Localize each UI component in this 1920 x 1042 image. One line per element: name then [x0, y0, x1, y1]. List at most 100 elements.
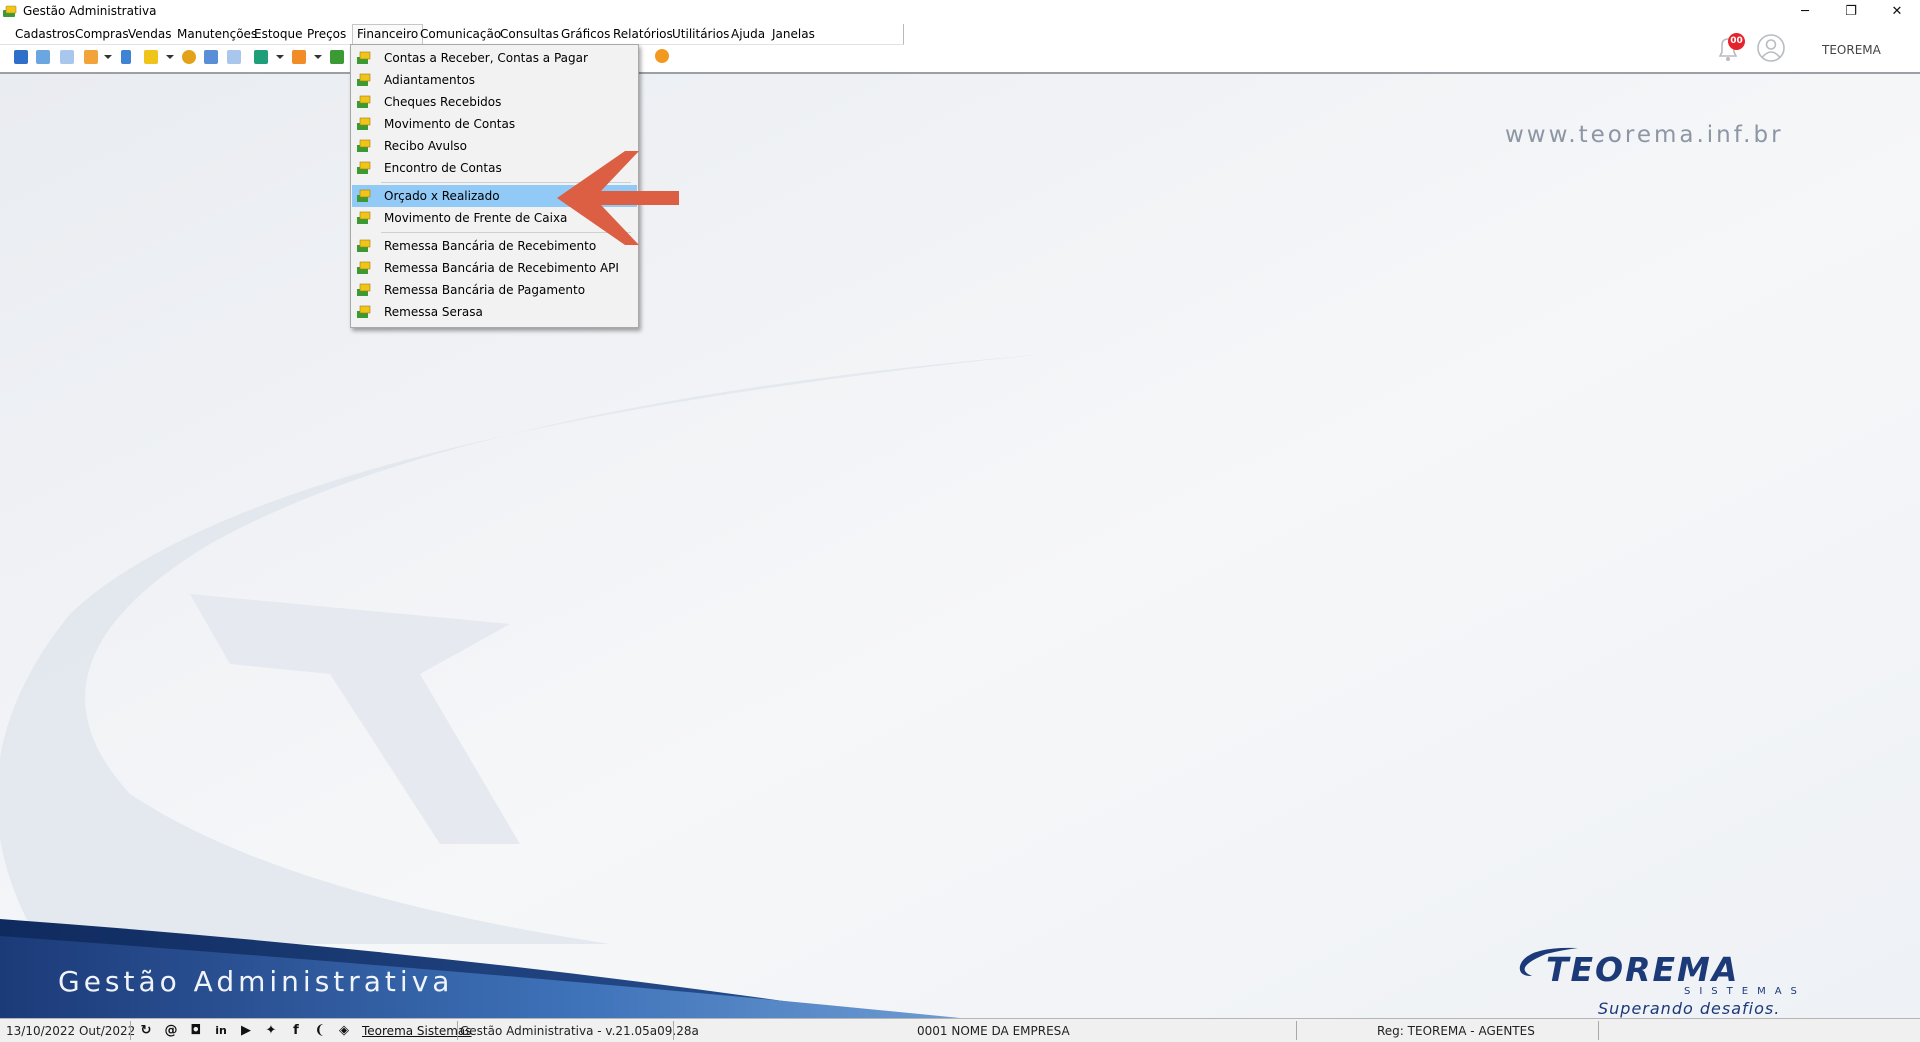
app-icon	[3, 5, 17, 17]
hierarchy-icon[interactable]	[84, 50, 98, 64]
menu-ajuda[interactable]: Ajuda	[731, 27, 765, 41]
window-title: Gestão Administrativa	[23, 4, 157, 18]
toolbar	[0, 46, 1920, 74]
menu-item-label: Remessa Bancária de Recebimento API	[384, 261, 619, 275]
status-reg: Reg: TEOREMA - AGENTES	[1377, 1024, 1535, 1038]
folder-icon[interactable]	[144, 50, 158, 64]
menu-item-label: Recibo Avulso	[384, 139, 468, 153]
money-icon	[357, 73, 371, 86]
status-divider	[457, 1021, 458, 1040]
menu-item-label: Movimento de Contas	[384, 117, 516, 131]
company-link[interactable]: Teorema Sistemas	[362, 1024, 472, 1038]
menu-financeiro[interactable]: Financeiro	[352, 24, 424, 44]
menu-item-adiantamentos[interactable]: Adiantamentos	[352, 69, 637, 91]
list-icon[interactable]	[60, 50, 74, 64]
status-divider	[1598, 1021, 1599, 1040]
minimize-button[interactable]: ─	[1782, 0, 1828, 22]
teorema-swoosh-icon[interactable]: ❨	[313, 1024, 327, 1038]
desktop-area: www.teorema.inf.br Gestão Administrativa…	[0, 74, 1920, 1018]
menu-comunicacao[interactable]: Comunicação	[420, 27, 501, 41]
menu-vendas[interactable]: Vendas	[128, 27, 172, 41]
teorema-logo: TEOREMA SISTEMAS Superando desafios.	[1516, 942, 1866, 1018]
annotation-arrow-icon	[557, 151, 679, 245]
cart-icon[interactable]	[254, 50, 268, 64]
menu-bar: Cadastros Compras Vendas Manutenções Est…	[0, 24, 904, 45]
linkedin-icon[interactable]: in	[214, 1024, 228, 1038]
card-icon[interactable]	[227, 50, 241, 64]
money-icon[interactable]	[330, 50, 344, 64]
money-icon	[357, 239, 371, 252]
chevron-down-icon[interactable]	[104, 55, 112, 59]
menu-item-contas-receber-pagar[interactable]: Contas a Receber, Contas a Pagar	[352, 47, 637, 69]
menu-item-label: Remessa Serasa	[384, 305, 483, 319]
twitter-icon[interactable]: ✦	[264, 1024, 278, 1038]
notification-badge: 00	[1728, 33, 1745, 50]
user-name: TEOREMA	[1822, 43, 1881, 57]
status-date: 13/10/2022 Out/2022	[6, 1024, 136, 1038]
facebook-icon[interactable]: f	[289, 1024, 303, 1038]
menu-utilitarios[interactable]: Utilitários	[672, 27, 729, 41]
logo-tagline: Superando desafios.	[1598, 999, 1781, 1018]
desktop-background	[0, 74, 1920, 1018]
website-watermark: www.teorema.inf.br	[1505, 122, 1784, 148]
maximize-button[interactable]: ❐	[1828, 0, 1874, 22]
logo-sub: SISTEMAS	[1684, 986, 1806, 997]
menu-item-label: Cheques Recebidos	[384, 95, 502, 109]
menu-relatorios[interactable]: Relatórios	[613, 27, 673, 41]
menu-item-label: Contas a Receber, Contas a Pagar	[384, 51, 588, 65]
chevron-down-icon[interactable]	[276, 55, 284, 59]
money-icon	[357, 305, 371, 318]
report-icon[interactable]	[121, 50, 131, 64]
menu-item-label: Orçado x Realizado	[384, 189, 500, 203]
title-bar: Gestão Administrativa ─ ❐ ✕	[0, 0, 1920, 22]
money-icon	[357, 189, 371, 202]
status-empresa: 0001 NOME DA EMPRESA	[917, 1024, 1070, 1038]
status-divider	[130, 1021, 131, 1040]
menu-precos[interactable]: Preços	[307, 27, 346, 41]
menu-item-label: Adiantamentos	[384, 73, 475, 87]
refresh-icon[interactable]: ↻	[139, 1024, 153, 1038]
logo-name: TEOREMA	[1546, 950, 1740, 989]
menu-item-movimento-contas[interactable]: Movimento de Contas	[352, 113, 637, 135]
chevron-down-icon[interactable]	[166, 55, 174, 59]
menu-manutencoes[interactable]: Manutenções	[177, 27, 257, 41]
menu-graficos[interactable]: Gráficos	[561, 27, 610, 41]
chevron-down-icon[interactable]	[314, 55, 322, 59]
money-icon	[357, 117, 371, 130]
status-divider	[673, 1021, 674, 1040]
users-icon[interactable]	[36, 50, 50, 64]
menu-item-remessa-pagamento[interactable]: Remessa Bancária de Pagamento	[352, 279, 637, 301]
menu-estoque[interactable]: Estoque	[254, 27, 303, 41]
menu-item-label: Movimento de Frente de Caixa	[384, 211, 568, 225]
youtube-icon[interactable]: ▶	[239, 1024, 253, 1038]
close-button[interactable]: ✕	[1874, 0, 1920, 22]
person-icon[interactable]	[182, 50, 196, 64]
teorema-app-icon[interactable]: ◈	[337, 1024, 351, 1038]
calendar-icon[interactable]	[204, 50, 218, 64]
menu-cadastros[interactable]: Cadastros	[15, 27, 75, 41]
menu-item-cheques-recebidos[interactable]: Cheques Recebidos	[352, 91, 637, 113]
new-document-icon[interactable]	[14, 50, 28, 64]
menu-compras[interactable]: Compras	[75, 27, 129, 41]
money-icon	[357, 139, 371, 152]
money-icon	[357, 283, 371, 296]
status-version: Gestão Administrativa - v.21.05a09.28a	[460, 1024, 699, 1038]
money-icon	[357, 51, 371, 64]
status-divider	[1296, 1021, 1297, 1040]
power-icon[interactable]	[655, 49, 669, 63]
instagram-icon[interactable]: ◘	[189, 1024, 203, 1038]
menu-item-remessa-serasa[interactable]: Remessa Serasa	[352, 301, 637, 323]
money-icon	[357, 211, 371, 224]
box-icon[interactable]	[292, 50, 306, 64]
user-avatar-icon[interactable]	[1756, 33, 1786, 63]
money-icon	[357, 95, 371, 108]
status-bar: 13/10/2022 Out/2022 ↻ @ ◘ in ▶ ✦ f ❨ ◈ T…	[0, 1018, 1920, 1042]
menu-janelas[interactable]: Janelas	[772, 27, 815, 41]
menu-item-label: Encontro de Contas	[384, 161, 502, 175]
email-icon[interactable]: @	[164, 1024, 178, 1038]
banner-title: Gestão Administrativa	[58, 965, 454, 998]
menu-item-label: Remessa Bancária de Pagamento	[384, 283, 586, 297]
money-icon	[357, 161, 371, 174]
menu-item-remessa-recebimento-api[interactable]: Remessa Bancária de Recebimento API	[352, 257, 637, 279]
menu-consultas[interactable]: Consultas	[500, 27, 559, 41]
